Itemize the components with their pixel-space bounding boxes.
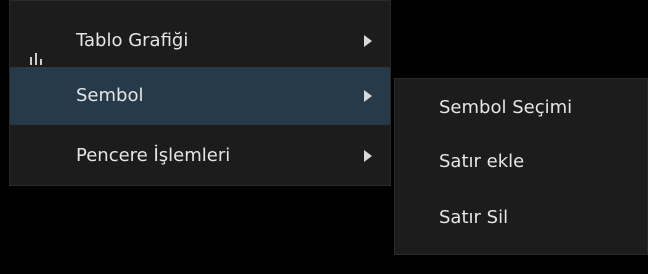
- chevron-right-icon: [364, 90, 372, 102]
- context-menu: Tablo Grafiği Sembol Pencere İşlemleri: [9, 0, 391, 186]
- bar-chart-icon: [29, 34, 43, 65]
- chevron-right-icon: [364, 150, 372, 162]
- menu-item-label: Sembol: [76, 85, 144, 106]
- menu-item-label: Tablo Grafiği: [76, 30, 189, 51]
- submenu-item-satir-ekle[interactable]: Satır ekle: [395, 135, 647, 189]
- menu-item-tablo-grafigi[interactable]: Tablo Grafiği: [10, 15, 390, 67]
- menu-item-label: Pencere İşlemleri: [76, 145, 231, 166]
- menu-item-pencere-islemleri[interactable]: Pencere İşlemleri: [10, 127, 390, 185]
- submenu: Sembol Seçimi Satır ekle Satır Sil: [394, 78, 648, 255]
- chevron-right-icon: [364, 35, 372, 47]
- screen: Tablo Grafiği Sembol Pencere İşlemleri S…: [0, 0, 648, 274]
- menu-item-sembol[interactable]: Sembol: [10, 67, 390, 125]
- submenu-item-sembol-secimi[interactable]: Sembol Seçimi: [395, 81, 647, 135]
- submenu-item-satir-sil[interactable]: Satır Sil: [395, 191, 647, 245]
